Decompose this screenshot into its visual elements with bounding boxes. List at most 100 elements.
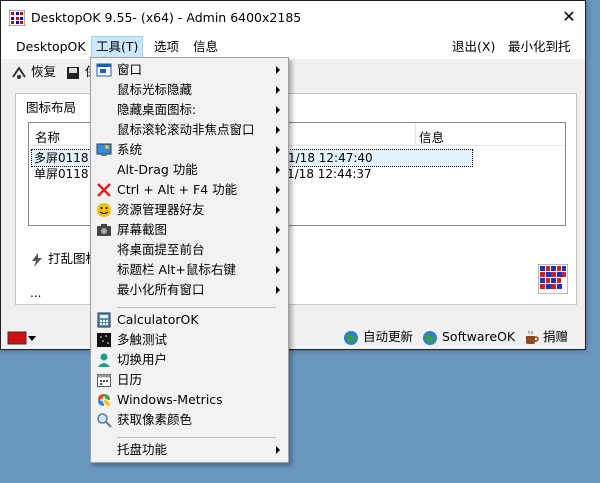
calendar-icon bbox=[96, 372, 112, 388]
menu-item[interactable]: 多触测试 bbox=[91, 330, 288, 350]
desktopok-logo-icon bbox=[538, 264, 568, 294]
calculator-icon bbox=[96, 312, 112, 328]
menu-item-label: Ctrl + Alt + F4 功能 bbox=[117, 182, 238, 197]
menu-item-label: 鼠标滚轮滚动非焦点窗口 bbox=[117, 122, 255, 137]
menu-item[interactable]: 标题栏 Alt+鼠标右键 bbox=[91, 260, 288, 280]
menu-item-label: 系统 bbox=[117, 142, 143, 157]
app-icon bbox=[9, 10, 25, 26]
menu-item-label: 屏幕截图 bbox=[117, 222, 168, 237]
menu-item-label: Alt-Drag 功能 bbox=[117, 162, 198, 177]
menu-item[interactable]: Ctrl + Alt + F4 功能 bbox=[91, 180, 288, 200]
menu-item-label: 鼠标光标隐藏 bbox=[117, 82, 193, 97]
menu-exit[interactable]: 退出(X) bbox=[448, 37, 499, 57]
menu-item[interactable]: 最小化所有窗口 bbox=[91, 280, 288, 300]
toolbar: 恢复 保 bbox=[1, 59, 585, 85]
menu-item[interactable]: 隐藏桌面图标: bbox=[91, 100, 288, 120]
submenu-arrow-icon bbox=[276, 146, 280, 154]
donate-label: 捐赠 bbox=[542, 329, 568, 344]
menu-tools[interactable]: 工具(T) bbox=[91, 36, 144, 58]
menu-item[interactable]: 屏幕截图 bbox=[91, 220, 288, 240]
submenu-arrow-icon bbox=[276, 206, 280, 214]
menu-item-label: 切换用户 bbox=[117, 352, 168, 367]
submenu-arrow-icon bbox=[276, 166, 280, 174]
lightning-icon bbox=[32, 252, 42, 267]
shuffle-icons-button[interactable]: 打乱图标 bbox=[30, 248, 90, 267]
menu-item[interactable]: CalculatorOK bbox=[91, 310, 288, 330]
menu-item-label: 多触测试 bbox=[117, 332, 168, 347]
submenu-arrow-icon bbox=[276, 286, 280, 294]
menu-item[interactable]: 鼠标光标隐藏 bbox=[91, 80, 288, 100]
restore-icon bbox=[12, 65, 26, 79]
menu-item-label: Windows-Metrics bbox=[117, 392, 223, 407]
close-button[interactable]: ✕ bbox=[553, 1, 585, 33]
menu-separator bbox=[117, 307, 276, 308]
save-button[interactable]: 保 bbox=[65, 64, 91, 80]
user-icon bbox=[96, 352, 112, 368]
column-divider bbox=[415, 123, 416, 145]
submenu-arrow-icon bbox=[276, 86, 280, 94]
menu-bar: DesktopOK 工具(T) 选项 信息 退出(X) 最小化到托盘 bbox=[1, 33, 585, 74]
softwareok-link[interactable]: SoftwareOK bbox=[422, 328, 515, 346]
menu-item-label: CalculatorOK bbox=[117, 312, 199, 327]
menu-item[interactable]: 获取像素颜色 bbox=[91, 410, 288, 430]
restore-label: 恢复 bbox=[30, 64, 56, 79]
ellipsis-label: ... bbox=[30, 286, 42, 300]
menu-separator bbox=[117, 437, 276, 438]
menu-item[interactable]: 托盘功能 bbox=[91, 440, 288, 460]
menu-minimize-to-tray[interactable]: 最小化到托盘 bbox=[504, 37, 585, 74]
submenu-arrow-icon bbox=[276, 126, 280, 134]
status-bar: 自动更新 SoftwareOK 捐赠 bbox=[1, 323, 585, 351]
globe-icon bbox=[423, 330, 437, 345]
menu-desktopok[interactable]: DesktopOK bbox=[12, 37, 90, 57]
submenu-arrow-icon bbox=[276, 66, 280, 74]
auto-update-link[interactable]: 自动更新 bbox=[343, 328, 413, 346]
panel-title: 图标布局 bbox=[26, 100, 77, 115]
row-name: 单屏0118 bbox=[34, 167, 89, 181]
red-x-icon bbox=[96, 182, 112, 198]
menu-item-label: 隐藏桌面图标: bbox=[117, 102, 197, 117]
menu-item-label: 将桌面提至前台 bbox=[117, 242, 205, 257]
submenu-arrow-icon bbox=[276, 106, 280, 114]
desktopok-window: DesktopOK 9.55- (x64) - Admin 6400x2185 … bbox=[0, 0, 586, 350]
menu-item[interactable]: Windows-Metrics bbox=[91, 390, 288, 410]
column-header-info[interactable]: 信息 bbox=[419, 127, 444, 146]
menu-item-label: 获取像素颜色 bbox=[117, 412, 193, 427]
menu-item-label: 标题栏 Alt+鼠标右键 bbox=[117, 262, 236, 277]
row-date: 1/18 12:44:37 bbox=[287, 167, 372, 181]
menu-item[interactable]: 鼠标滚轮滚动非焦点窗口 bbox=[91, 120, 288, 140]
globe-icon bbox=[344, 330, 358, 345]
title-bar[interactable]: DesktopOK 9.55- (x64) - Admin 6400x2185 … bbox=[1, 1, 585, 33]
menu-info[interactable]: 信息 bbox=[189, 37, 222, 57]
metrics-icon bbox=[96, 392, 112, 408]
color-picker-button[interactable] bbox=[7, 330, 37, 345]
menu-item-label: 最小化所有窗口 bbox=[117, 282, 205, 297]
magnifier-icon bbox=[96, 412, 112, 428]
coffee-cup-icon bbox=[526, 330, 539, 344]
multitouch-icon bbox=[96, 332, 112, 348]
explorer-friend-icon bbox=[96, 202, 112, 218]
system-icon bbox=[96, 142, 112, 158]
menu-item[interactable]: 资源管理器好友 bbox=[91, 200, 288, 220]
camera-icon bbox=[96, 222, 112, 238]
menu-item[interactable]: 将桌面提至前台 bbox=[91, 240, 288, 260]
submenu-arrow-icon bbox=[276, 446, 280, 454]
menu-item-label: 托盘功能 bbox=[117, 442, 168, 457]
menu-item[interactable]: Alt-Drag 功能 bbox=[91, 160, 288, 180]
menu-item[interactable]: 日历 bbox=[91, 370, 288, 390]
submenu-arrow-icon bbox=[276, 266, 280, 274]
restore-button[interactable]: 恢复 bbox=[11, 64, 56, 80]
color-swatch-icon bbox=[7, 331, 36, 344]
row-date: 1/18 12:47:40 bbox=[288, 151, 373, 165]
window-title: DesktopOK 9.55- (x64) - Admin 6400x2185 bbox=[31, 10, 302, 25]
menu-item-label: 窗口 bbox=[117, 62, 143, 77]
menu-item[interactable]: 窗口 bbox=[91, 60, 288, 80]
menu-item-label: 日历 bbox=[117, 372, 143, 387]
menu-options[interactable]: 选项 bbox=[150, 37, 183, 57]
menu-item[interactable]: 系统 bbox=[91, 140, 288, 160]
menu-item[interactable]: 切换用户 bbox=[91, 350, 288, 370]
save-icon bbox=[67, 66, 79, 79]
column-header-name[interactable]: 名称 bbox=[35, 127, 60, 146]
submenu-arrow-icon bbox=[276, 226, 280, 234]
window-icon bbox=[96, 62, 112, 78]
donate-link[interactable]: 捐赠 bbox=[523, 328, 568, 346]
